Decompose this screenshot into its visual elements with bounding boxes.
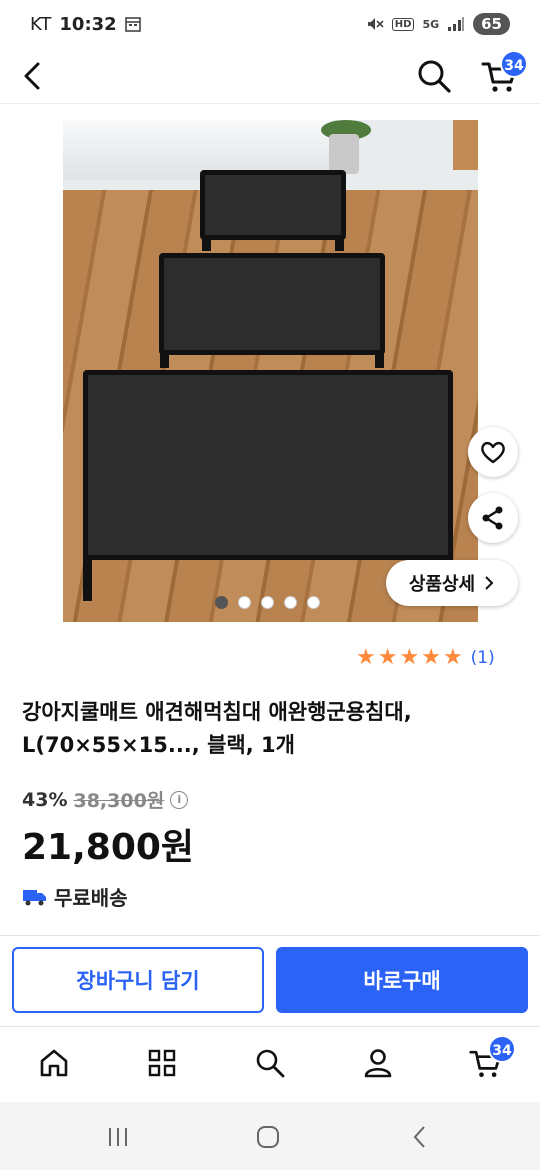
pagination-dot[interactable]: [238, 596, 251, 609]
image-bed-small: [200, 170, 346, 251]
tab-my-page[interactable]: [356, 1041, 400, 1085]
wishlist-button[interactable]: [468, 427, 518, 477]
user-icon: [364, 1049, 392, 1078]
pagination-dot[interactable]: [307, 596, 320, 609]
search-icon: [418, 60, 451, 93]
image-bed-medium: [159, 253, 385, 368]
buy-now-button[interactable]: 바로구매: [276, 947, 528, 1013]
tab-categories[interactable]: [140, 1041, 184, 1085]
search-icon: [256, 1049, 285, 1078]
product-detail-label: 상품상세: [408, 574, 476, 595]
product-image[interactable]: [63, 120, 478, 622]
calendar-icon: [124, 17, 141, 32]
star-icon: ★: [421, 645, 441, 670]
chevron-right-icon: [485, 576, 494, 590]
product-title: 강아지쿨매트 애견해먹침대 애완행군용침대, L(70×55×15..., 블랙…: [22, 700, 412, 757]
share-icon: [482, 506, 503, 530]
signal-icon: [448, 17, 465, 31]
app-header: 34: [0, 48, 540, 104]
pagination-dot[interactable]: [215, 596, 228, 609]
mute-icon: [367, 18, 384, 30]
search-button[interactable]: [414, 56, 454, 96]
system-nav-bar: [0, 1102, 540, 1170]
add-to-cart-button[interactable]: 장바구니 담기: [12, 947, 264, 1013]
bottom-tab-bar: 34: [0, 1026, 540, 1102]
chevron-left-icon: [24, 62, 40, 90]
image-pagination: [215, 596, 320, 609]
pagination-dot[interactable]: [284, 596, 297, 609]
cart-count-badge: 34: [488, 1035, 516, 1063]
image-bed-large: [83, 370, 453, 601]
review-count[interactable]: (1): [471, 648, 495, 668]
shipping-info: 무료배송: [22, 882, 128, 911]
header-cart-button[interactable]: 34: [480, 50, 528, 96]
home-icon: [40, 1049, 68, 1077]
hd-voice-icon: HD: [391, 17, 415, 31]
battery-indicator: 65: [473, 13, 510, 35]
home-system-button[interactable]: [248, 1122, 288, 1152]
back-button[interactable]: [18, 58, 50, 94]
tab-cart[interactable]: 34: [464, 1035, 516, 1085]
info-icon[interactable]: i: [170, 790, 189, 809]
divider: [0, 935, 540, 936]
discount-rate: 43%: [22, 788, 68, 811]
star-icon: ★: [399, 645, 420, 670]
status-bar: KT 10:32 HD 5G 65: [0, 0, 540, 48]
heart-icon: [481, 441, 505, 464]
pagination-dot[interactable]: [261, 596, 274, 609]
back-arrow-icon: [413, 1126, 425, 1148]
image-pot: [329, 134, 359, 174]
image-table: [453, 120, 478, 170]
clock: 10:32: [59, 13, 117, 35]
shipping-label: 무료배송: [54, 886, 128, 910]
tab-search[interactable]: [248, 1041, 292, 1085]
recent-apps-button[interactable]: [98, 1122, 138, 1152]
network-label: 5G: [422, 17, 440, 31]
star-icon: ★: [442, 645, 463, 670]
product-detail-button[interactable]: 상품상세: [386, 560, 518, 606]
back-system-button[interactable]: [400, 1122, 440, 1152]
home-circle-icon: [257, 1126, 279, 1148]
original-price: 38,300원: [73, 790, 165, 812]
cart-count-badge: 34: [500, 50, 528, 78]
carrier-label: KT: [30, 13, 52, 35]
tab-home[interactable]: [32, 1041, 76, 1085]
sale-price: 21,800원: [22, 827, 195, 868]
categories-icon: [148, 1049, 176, 1077]
recent-apps-icon: [109, 1128, 127, 1146]
rating[interactable]: ★ ★ ★ ★ ★ (1): [356, 646, 495, 670]
truck-icon: [23, 889, 46, 905]
share-button[interactable]: [468, 493, 518, 543]
star-icon: ★: [356, 645, 376, 670]
star-icon: ★: [377, 645, 398, 670]
price-row: 43% 38,300원 i: [22, 786, 189, 813]
